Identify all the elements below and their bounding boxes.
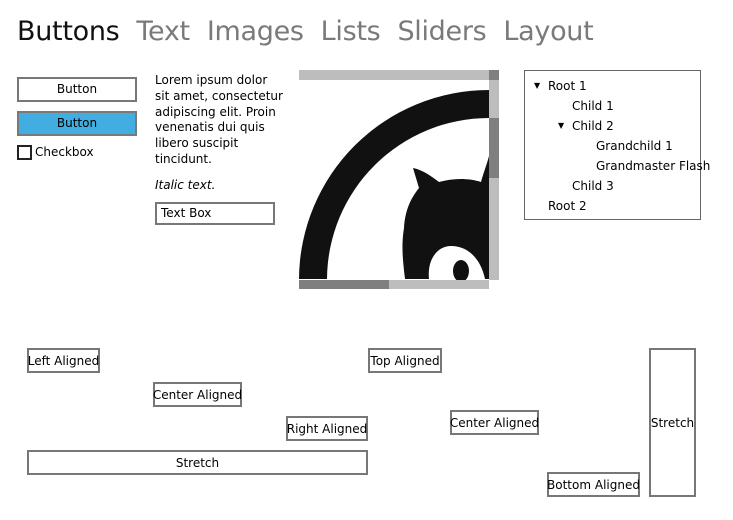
expand-arrow-icon[interactable]: ▼ (558, 119, 564, 133)
tab-sliders[interactable]: Sliders (397, 14, 486, 50)
stretch-horizontal-box: Stretch (27, 450, 368, 475)
lorem-paragraph: Lorem ipsum dolor sit amet, consectetur … (155, 73, 283, 166)
tab-buttons[interactable]: Buttons (17, 14, 120, 50)
tree-item-root2[interactable]: Root 2 (548, 199, 587, 213)
expand-arrow-icon[interactable]: ▼ (534, 79, 540, 93)
scroll-corner (489, 70, 499, 80)
right-aligned-box: Right Aligned (286, 416, 368, 441)
checkbox[interactable]: Checkbox (17, 144, 94, 160)
tab-bar: Buttons Text Images Lists Sliders Layout (17, 14, 610, 50)
italic-text: Italic text. (155, 178, 216, 192)
vertical-scroll-track (489, 80, 499, 280)
checkbox-label: Checkbox (35, 145, 94, 159)
tab-text[interactable]: Text (136, 14, 190, 50)
image-viewer (299, 70, 501, 290)
tree-item-root1[interactable]: Root 1 (548, 79, 587, 93)
tab-layout[interactable]: Layout (503, 14, 593, 50)
left-aligned-box: Left Aligned (27, 348, 100, 373)
tree-item-grandchild1[interactable]: Grandchild 1 (596, 139, 673, 153)
checkbox-box[interactable] (17, 144, 32, 160)
center-aligned-box: Center Aligned (153, 382, 242, 407)
text-box-input[interactable]: Text Box (155, 202, 275, 225)
horizontal-scroll-thumb (299, 280, 389, 289)
github-octocat-icon (299, 70, 499, 289)
tree-item-child1[interactable]: Child 1 (572, 99, 614, 113)
tree-view[interactable]: ▼ Root 1 Child 1 ▼ Child 2 Grandchild 1 … (524, 70, 710, 220)
center-aligned-vertical-box: Center Aligned (450, 410, 539, 435)
tree-item-grandmaster-flash[interactable]: Grandmaster Flash (596, 159, 710, 173)
bottom-aligned-box: Bottom Aligned (547, 472, 640, 497)
app-window: Buttons Text Images Lists Sliders Layout… (0, 0, 733, 520)
tab-images[interactable]: Images (207, 14, 304, 50)
button-accent[interactable]: Button (17, 111, 137, 136)
tab-lists[interactable]: Lists (321, 14, 381, 50)
stretch-vertical-box: Stretch (649, 348, 696, 497)
tree-item-child2[interactable]: Child 2 (572, 119, 614, 133)
tree-item-child3[interactable]: Child 3 (572, 179, 614, 193)
button-default[interactable]: Button (17, 77, 137, 102)
vertical-scroll-thumb (489, 118, 499, 178)
horizontal-scroll-track-top (299, 70, 499, 80)
top-aligned-box: Top Aligned (368, 348, 442, 373)
horizontal-scroll-track (389, 280, 489, 289)
